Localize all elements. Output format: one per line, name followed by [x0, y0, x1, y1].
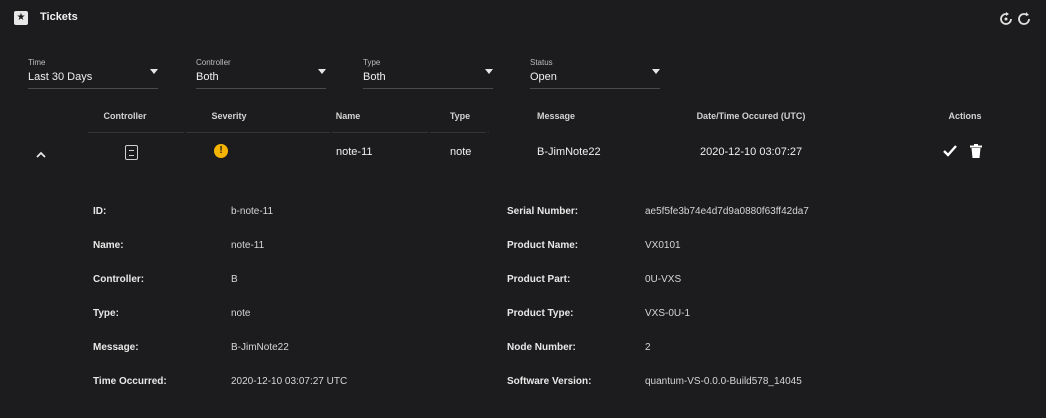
- detail-label: Software Version:: [507, 376, 592, 387]
- detail-label: Serial Number:: [507, 206, 579, 217]
- detail-label: Node Number:: [507, 342, 576, 353]
- detail-value: b-note-11: [231, 206, 274, 217]
- detail-label: Controller:: [93, 274, 145, 285]
- title-bar: ★ Tickets: [0, 0, 1046, 38]
- column-header-actions: Actions: [948, 111, 982, 121]
- warning-icon: !: [214, 144, 228, 158]
- ticket-icon: ★: [14, 11, 28, 25]
- chevron-down-icon: [485, 69, 493, 74]
- server-icon: [125, 145, 138, 160]
- detail-value: B-JimNote22: [231, 342, 289, 353]
- filter-value: Open: [530, 71, 557, 83]
- detail-label: Product Name:: [507, 240, 579, 251]
- detail-value: 2: [645, 342, 651, 353]
- ticket-type: note: [450, 146, 472, 158]
- detail-value: quantum-VS-0.0.0-Build578_14045: [645, 376, 802, 387]
- detail-value: VX0101: [645, 240, 681, 251]
- detail-label: Product Type:: [507, 308, 574, 319]
- refresh-controls: [998, 11, 1032, 27]
- controller-filter[interactable]: Controller Both: [196, 56, 326, 89]
- chevron-down-icon: [652, 69, 660, 74]
- column-header-type[interactable]: Type: [440, 111, 480, 121]
- table-header: Controller Severity Name Type Message Da…: [0, 108, 1046, 134]
- detail-value: ae5f5fe3b74e4d7d9a0880f63ff42da7: [645, 206, 809, 217]
- column-header-controller[interactable]: Controller: [100, 111, 150, 121]
- filter-label: Type: [363, 58, 381, 67]
- chevron-up-icon[interactable]: [36, 147, 46, 158]
- column-header-severity[interactable]: Severity: [204, 111, 254, 121]
- detail-value: B: [231, 274, 238, 285]
- column-divider: [332, 132, 428, 133]
- chevron-down-icon: [150, 69, 158, 74]
- detail-value: 2020-12-10 03:07:27 UTC: [231, 376, 348, 387]
- detail-label: Message:: [93, 342, 139, 353]
- ticket-datetime: 2020-12-10 03:07:27: [700, 146, 803, 158]
- column-divider: [186, 132, 330, 133]
- status-filter[interactable]: Status Open: [530, 56, 660, 89]
- detail-value: note: [231, 308, 251, 319]
- detail-value: note-11: [231, 240, 265, 251]
- ticket-message: B-JimNote22: [537, 146, 601, 158]
- page-title: Tickets: [40, 11, 78, 23]
- trash-icon[interactable]: [970, 144, 982, 158]
- refresh-alt-icon[interactable]: [1016, 11, 1032, 27]
- detail-label: Name:: [93, 240, 124, 251]
- time-filter[interactable]: Time Last 30 Days: [28, 56, 158, 89]
- filter-value: Both: [363, 71, 386, 83]
- ticket-name: note-11: [336, 146, 373, 158]
- column-header-message[interactable]: Message: [530, 111, 582, 121]
- column-divider: [488, 132, 489, 133]
- detail-label: Time Occurred:: [93, 376, 167, 387]
- check-icon[interactable]: [942, 143, 958, 159]
- ticket-details: ID: b-note-11 Name: note-11 Controller: …: [0, 190, 1046, 410]
- filter-label: Time: [28, 58, 46, 67]
- filter-value: Last 30 Days: [28, 71, 93, 83]
- type-filter[interactable]: Type Both: [363, 56, 493, 89]
- detail-value: VXS-0U-1: [645, 308, 691, 319]
- detail-value: 0U-VXS: [645, 274, 682, 285]
- column-divider: [430, 132, 486, 133]
- refresh-icon[interactable]: [998, 11, 1014, 27]
- detail-label: Product Part:: [507, 274, 571, 285]
- filter-value: Both: [196, 71, 219, 83]
- column-header-datetime[interactable]: Date/Time Occured (UTC): [686, 111, 816, 121]
- table-row[interactable]: ! note-11 note B-JimNote22 2020-12-10 03…: [0, 138, 1046, 168]
- column-divider: [88, 132, 184, 133]
- column-header-name[interactable]: Name: [325, 111, 371, 121]
- filter-label: Status: [530, 58, 553, 67]
- detail-label: ID:: [93, 206, 107, 217]
- detail-label: Type:: [93, 308, 119, 319]
- filter-label: Controller: [196, 58, 231, 67]
- chevron-down-icon: [318, 69, 326, 74]
